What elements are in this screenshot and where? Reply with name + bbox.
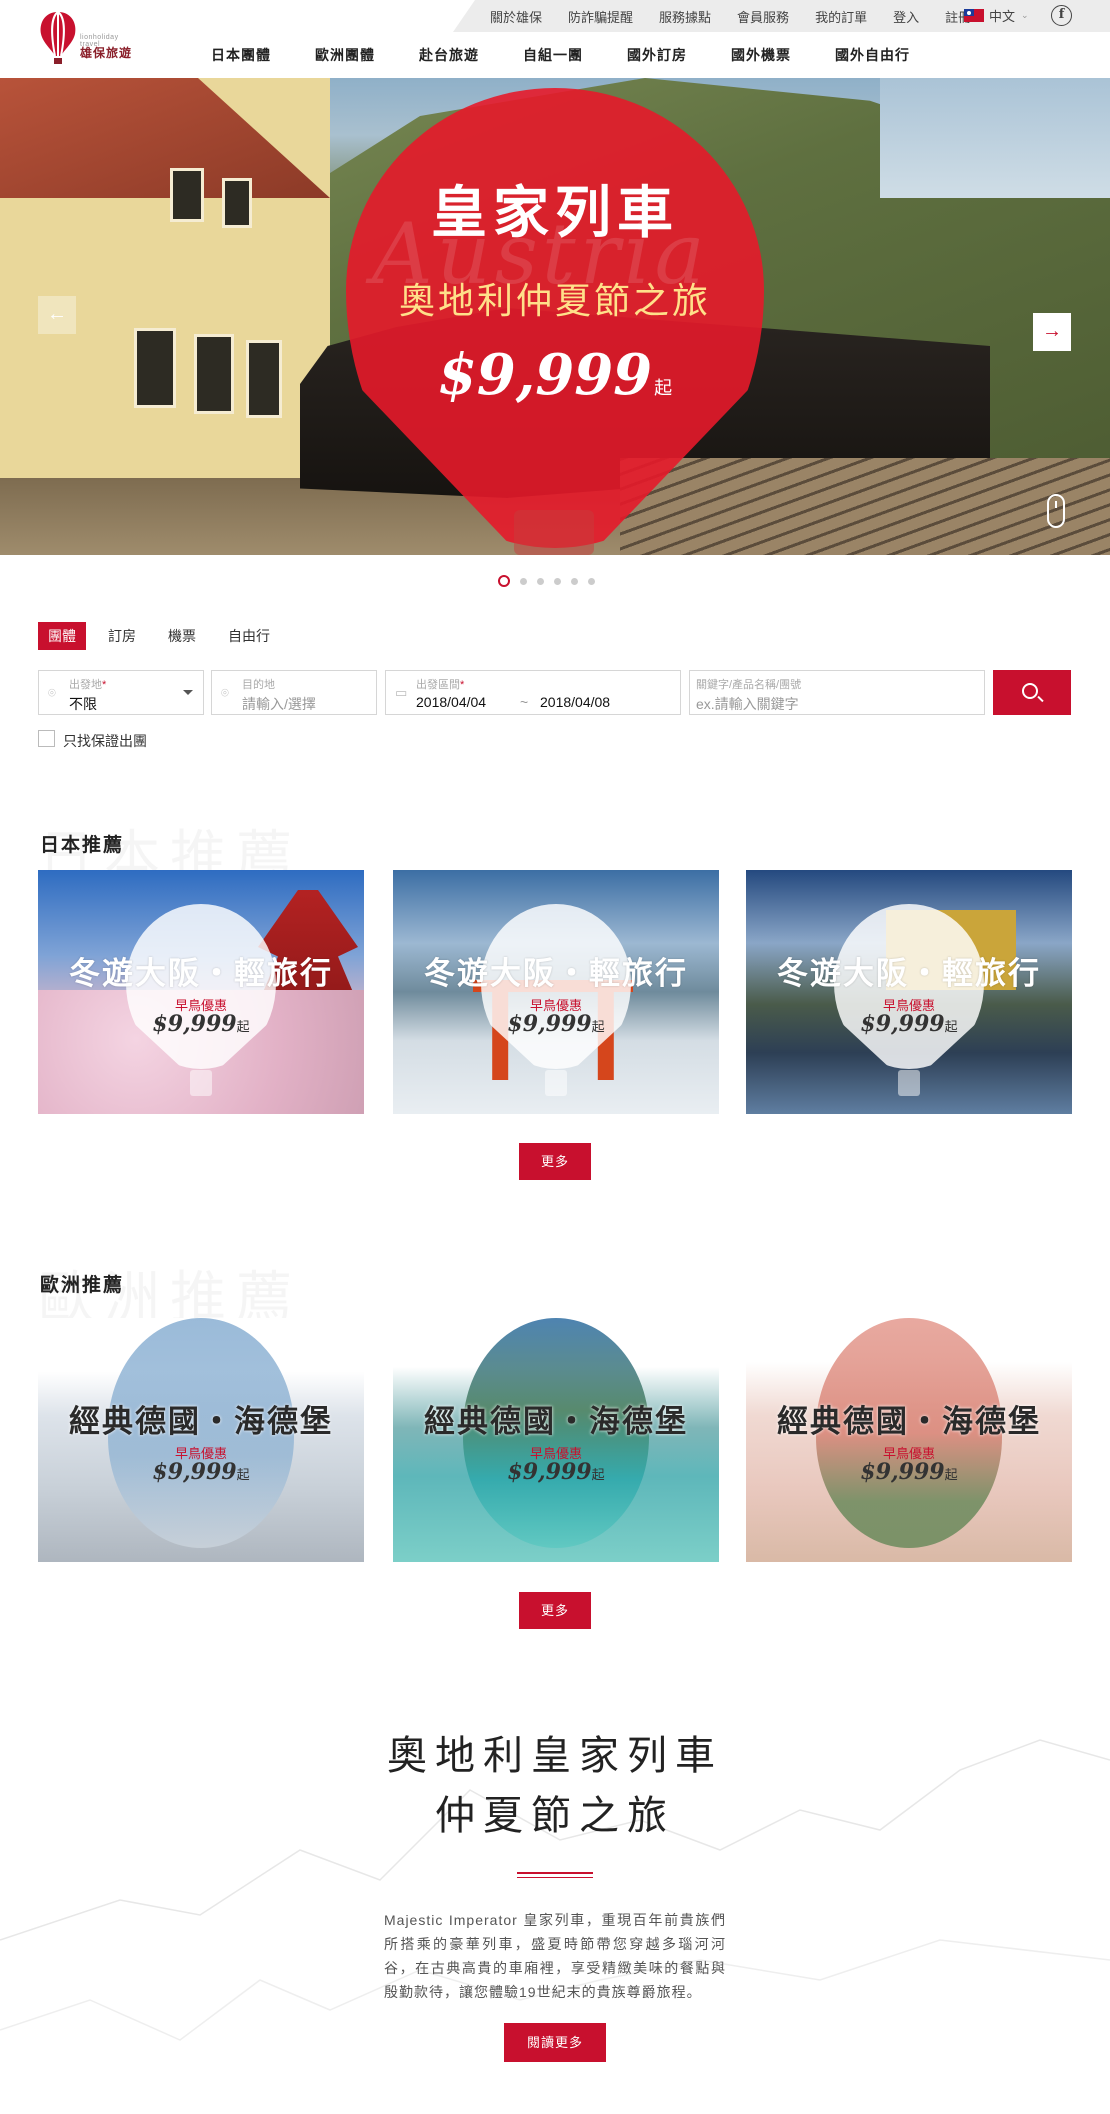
destination-label: 目的地 [242,679,275,691]
card-price: $9,999起 [507,1011,605,1037]
nav-fit[interactable]: 國外自由行 [835,45,910,65]
keyword-field[interactable]: 關鍵字/產品名稱/團號 ex.請輸入關鍵字 [689,670,985,715]
facebook-icon[interactable]: f [1051,5,1072,26]
hero-price-value: $9,999 [437,342,653,408]
card-title: 冬遊大阪・輕旅行 [69,956,333,992]
language-label: 中文 [989,9,1016,24]
carousel-dot[interactable] [588,577,595,585]
keyword-placeholder: ex.請輸入關鍵字 [696,696,799,712]
location-pin-icon: ⌾ [221,685,229,700]
nav-taiwan-tours[interactable]: 赴台旅遊 [419,45,479,65]
card-title: 冬遊大阪・輕旅行 [424,956,688,992]
card-title: 經典德國・海德堡 [777,1404,1041,1440]
japan-section-title: 日本推薦 [40,835,125,856]
carousel-dot[interactable] [520,577,527,585]
location-pin-icon: ⌾ [48,685,56,700]
hero-balloon-basket [514,510,594,555]
search-icon [1022,683,1038,699]
top-link-antifraud[interactable]: 防詐騙提醒 [568,7,633,26]
hero-title: 皇家列車 [431,180,679,246]
hero-next-arrow-icon[interactable]: → [1033,313,1071,351]
nav-hotels[interactable]: 國外訂房 [627,45,687,65]
hero-price: $9,999 起 [346,342,764,408]
promo-divider [517,1872,593,1874]
hero-subtitle: 奧地利仲夏節之旅 [398,281,711,322]
guarantee-checkbox[interactable] [38,730,55,747]
nav-europe-groups[interactable]: 歐洲團體 [315,45,375,65]
japan-card[interactable]: 冬遊大阪・輕旅行 早鳥優惠 $9,999起 [393,870,719,1114]
europe-card[interactable]: 經典德國・海德堡 早鳥優惠 $9,999起 [38,1318,364,1562]
carousel-dot[interactable] [537,577,544,585]
card-title: 經典德國・海德堡 [424,1404,688,1440]
main-nav: 日本團體 歐洲團體 赴台旅遊 自組一團 國外訂房 國外機票 國外自由行 [211,45,954,65]
carousel-dots [498,575,595,587]
nav-custom-group[interactable]: 自組一團 [523,45,583,65]
promo-divider [517,1877,593,1878]
promo-body: Majestic Imperator 皇家列車，重現百年前貴族們所搭乘的豪華列車… [384,1912,726,2000]
departure-label: 出發地* [69,679,107,691]
search-button[interactable] [993,670,1071,715]
hero-sky [880,78,1110,198]
balloon-logo-icon [40,11,76,64]
card-price: $9,999起 [860,1459,958,1485]
tab-flight[interactable]: 機票 [158,622,206,650]
card-title: 冬遊大阪・輕旅行 [777,956,1041,992]
carousel-dot[interactable] [571,577,578,585]
card-price: $9,999起 [860,1011,958,1037]
date-to[interactable]: 2018/04/08 [540,694,610,710]
tab-hotel[interactable]: 訂房 [98,622,146,650]
europe-more-button[interactable]: 更多 [519,1592,591,1629]
top-link-orders[interactable]: 我的訂單 [815,7,867,26]
date-range-field[interactable]: ▭ 出發區間* 2018/04/04 ~ 2018/04/08 [385,670,681,715]
scroll-mouse-icon [1047,494,1065,528]
top-links: 關於雄保 防詐騙提醒 服務據點 會員服務 我的訂單 登入 註冊 [490,7,997,26]
logo-text: 雄保旅遊 [80,46,133,60]
europe-card[interactable]: 經典德國・海德堡 早鳥優惠 $9,999起 [746,1318,1072,1562]
hero-price-suffix: 起 [654,378,673,398]
top-link-member[interactable]: 會員服務 [737,7,789,26]
promo-title: 奧地利皇家列車 仲夏節之旅 [300,1726,810,1846]
departure-value: 不限 [69,696,97,712]
europe-card[interactable]: 經典德國・海德堡 早鳥優惠 $9,999起 [393,1318,719,1562]
date-separator: ~ [520,694,529,710]
card-title: 經典德國・海德堡 [69,1404,333,1440]
top-link-about[interactable]: 關於雄保 [490,7,542,26]
carousel-dot[interactable] [498,575,510,587]
taiwan-flag-icon [964,9,984,22]
departure-select[interactable]: ⌾ 出發地* 不限 [38,670,204,715]
card-price: $9,999起 [152,1459,250,1485]
hero-station-house [0,78,330,498]
date-from[interactable]: 2018/04/04 [416,694,486,710]
language-selector[interactable]: 中文 ⌄ [964,6,1029,25]
japan-more-button[interactable]: 更多 [519,1143,591,1180]
date-label: 出發區間* [416,679,465,691]
chevron-down-icon [183,690,193,695]
hero-rails [620,458,1110,555]
chevron-down-icon: ⌄ [1021,10,1029,20]
tab-group[interactable]: 團體 [38,622,86,650]
japan-card[interactable]: 冬遊大阪・輕旅行 早鳥優惠 $9,999起 [38,870,364,1114]
top-link-login[interactable]: 登入 [893,7,919,26]
nav-japan-groups[interactable]: 日本團體 [211,45,271,65]
top-link-locations[interactable]: 服務據點 [659,7,711,26]
destination-placeholder: 請輸入/選擇 [242,696,316,712]
guarantee-label: 只找保證出團 [63,733,147,749]
hero-prev-arrow-icon[interactable]: ← [38,296,76,334]
card-price: $9,999起 [152,1011,250,1037]
destination-field[interactable]: ⌾ 目的地 請輸入/選擇 [211,670,377,715]
search-tabs: 團體 訂房 機票 自由行 [38,622,292,650]
calendar-icon: ▭ [395,685,408,700]
nav-flights[interactable]: 國外機票 [731,45,791,65]
logo[interactable]: lionholiday travel 雄保旅遊 [38,10,138,66]
carousel-dot[interactable] [554,577,561,585]
promo-title-line1: 奧地利皇家列車 [387,1733,723,1779]
read-more-button[interactable]: 閱讀更多 [504,2023,606,2062]
keyword-label: 關鍵字/產品名稱/團號 [696,679,802,691]
japan-card[interactable]: 冬遊大阪・輕旅行 早鳥優惠 $9,999起 [746,870,1072,1114]
tab-fit[interactable]: 自由行 [218,622,280,650]
promo-title-line2: 仲夏節之旅 [435,1793,675,1839]
card-price: $9,999起 [507,1459,605,1485]
europe-section-title: 歐洲推薦 [40,1275,125,1296]
